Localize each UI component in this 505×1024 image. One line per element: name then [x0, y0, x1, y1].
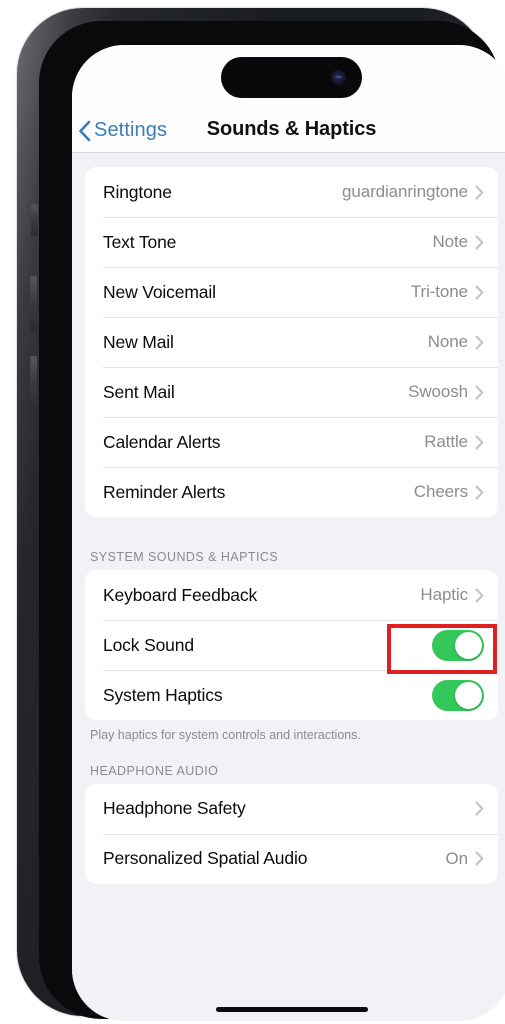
system-haptics-toggle[interactable] [432, 679, 484, 711]
row-reminder-alerts[interactable]: Reminder Alerts Cheers [85, 467, 498, 517]
row-accessory [432, 629, 484, 661]
chevron-right-icon [475, 435, 484, 449]
headphone-audio-card: Headphone Safety Personalized Spatial Au… [85, 783, 498, 884]
phone-bezel: Settings Sounds & Haptics Ringtone guard… [39, 21, 505, 1021]
home-indicator[interactable] [215, 1007, 368, 1012]
row-system-haptics[interactable]: System Haptics [85, 670, 498, 720]
row-label: New Voicemail [103, 281, 216, 302]
lock-sound-toggle[interactable] [432, 629, 484, 661]
phone-hardware-frame: Settings Sounds & Haptics Ringtone guard… [17, 8, 505, 1021]
row-accessory: Cheers [414, 482, 484, 502]
row-calendar-alerts[interactable]: Calendar Alerts Rattle [85, 417, 498, 467]
row-headphone-safety[interactable]: Headphone Safety [85, 784, 498, 834]
row-label: Text Tone [103, 231, 177, 252]
row-label: Keyboard Feedback [103, 584, 258, 605]
row-label: New Mail [103, 331, 174, 352]
row-accessory: Rattle [424, 432, 484, 452]
section-header-headphone-audio: HEADPHONE AUDIO [90, 763, 219, 778]
row-accessory [468, 801, 484, 816]
row-accessory: On [446, 849, 484, 869]
row-label: Calendar Alerts [103, 431, 221, 452]
row-value: Haptic [420, 585, 468, 604]
toggle-knob [455, 681, 482, 709]
row-label: Headphone Safety [103, 798, 246, 819]
dynamic-island [221, 57, 362, 98]
chevron-right-icon [475, 235, 484, 249]
row-keyboard-feedback[interactable]: Keyboard Feedback Haptic [85, 570, 498, 620]
chevron-right-icon [475, 385, 484, 399]
page-title: Sounds & Haptics [206, 118, 377, 140]
row-accessory: Swoosh [408, 382, 484, 402]
row-value: Swoosh [408, 382, 468, 401]
row-accessory [432, 679, 484, 711]
row-value: Rattle [424, 432, 468, 451]
chevron-right-icon [475, 588, 484, 602]
section-footer-system-haptics: Play haptics for system controls and int… [90, 728, 361, 742]
chevron-right-icon [475, 851, 484, 866]
row-label: Ringtone [103, 181, 172, 202]
phone-screen: Settings Sounds & Haptics Ringtone guard… [72, 45, 505, 1021]
system-sounds-card: Keyboard Feedback Haptic Lock Sound Syst… [85, 570, 498, 720]
front-camera-icon [331, 70, 346, 85]
mute-switch-button[interactable] [31, 204, 38, 236]
row-new-mail[interactable]: New Mail None [85, 317, 498, 367]
row-personalized-spatial-audio[interactable]: Personalized Spatial Audio On [85, 833, 498, 884]
row-label: System Haptics [103, 684, 223, 705]
row-label: Sent Mail [103, 381, 175, 402]
chevron-right-icon [475, 285, 484, 299]
row-label: Personalized Spatial Audio [103, 848, 308, 869]
row-accessory: None [428, 332, 484, 352]
settings-scroll-view[interactable]: Ringtone guardianringtone Text Tone Note [72, 153, 505, 1021]
row-ringtone[interactable]: Ringtone guardianringtone [85, 167, 498, 217]
chevron-right-icon [475, 801, 484, 816]
row-accessory: guardianringtone [342, 182, 484, 202]
chevron-right-icon [475, 485, 484, 499]
sounds-tones-card: Ringtone guardianringtone Text Tone Note [85, 167, 498, 517]
volume-down-button[interactable] [30, 356, 37, 412]
row-lock-sound[interactable]: Lock Sound [85, 620, 498, 670]
chevron-right-icon [475, 185, 484, 199]
chevron-right-icon [475, 335, 484, 349]
row-value: Note [432, 232, 468, 251]
row-value: Tri-tone [410, 282, 468, 301]
row-value: guardianringtone [342, 182, 468, 201]
section-header-system-sounds: SYSTEM SOUNDS & HAPTICS [90, 550, 279, 564]
row-label: Lock Sound [103, 634, 194, 655]
top-spacer [72, 153, 505, 167]
row-value: Cheers [413, 482, 468, 501]
row-accessory: Haptic [420, 585, 484, 605]
volume-up-button[interactable] [30, 276, 37, 332]
row-sent-mail[interactable]: Sent Mail Swoosh [85, 367, 498, 417]
row-label: Reminder Alerts [103, 481, 226, 502]
row-accessory: Note [432, 232, 484, 252]
row-value: On [445, 848, 469, 868]
row-accessory: Tri-tone [411, 282, 484, 302]
toggle-knob [455, 631, 482, 659]
row-new-voicemail[interactable]: New Voicemail Tri-tone [85, 267, 498, 317]
row-value: None [427, 332, 468, 351]
row-text-tone[interactable]: Text Tone Note [85, 217, 498, 267]
